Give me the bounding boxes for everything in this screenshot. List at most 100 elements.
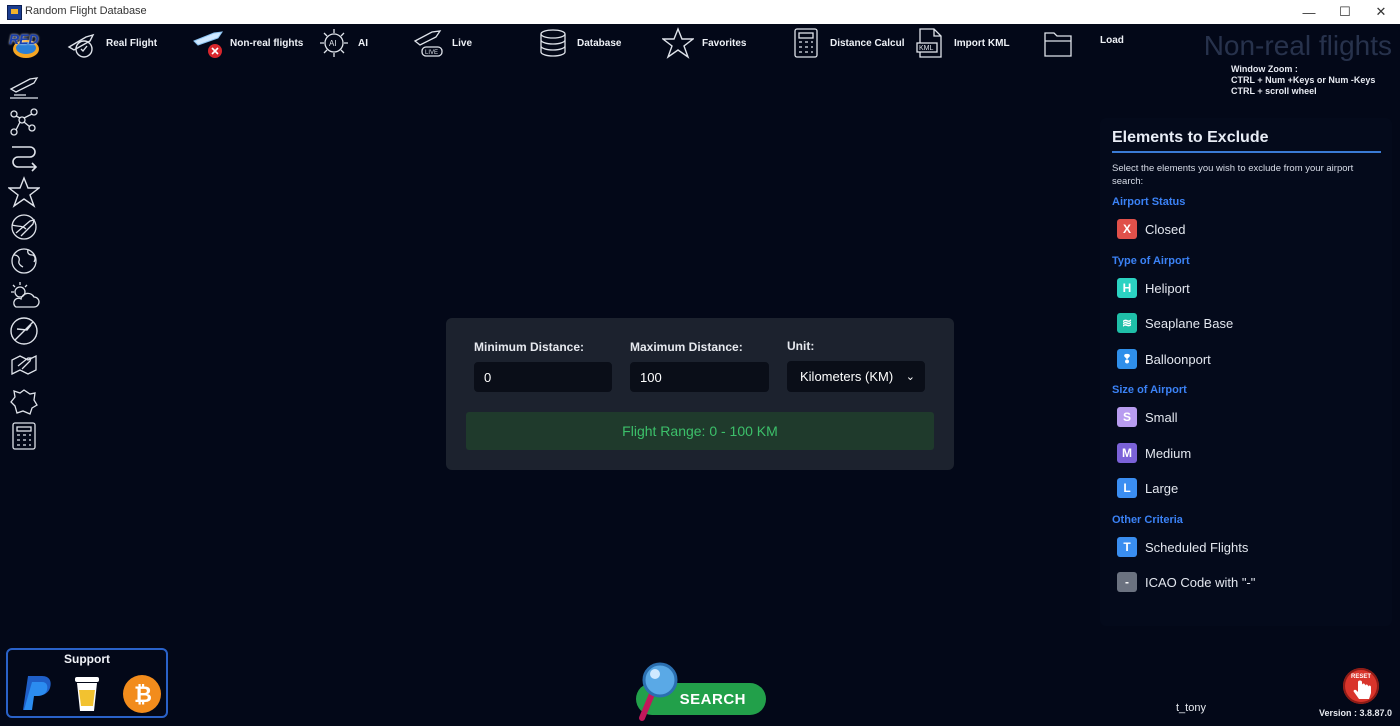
- flight-icon: [9, 77, 39, 99]
- version-label: Version : 3.8.87.0: [1318, 708, 1392, 718]
- distance-range-card: Minimum Distance: Maximum Distance: Unit…: [446, 318, 954, 470]
- sidebar-weather[interactable]: [8, 280, 40, 312]
- region-map-icon: [10, 389, 38, 415]
- option-closed[interactable]: X Closed: [1117, 218, 1185, 240]
- paypal-button[interactable]: [16, 672, 56, 714]
- plane-live-icon: LIVE: [413, 30, 443, 57]
- plane-takeoff-icon: [67, 33, 95, 58]
- no-fly-icon: [10, 317, 38, 345]
- map-plane-icon: [11, 354, 37, 376]
- option-icao-dash[interactable]: - ICAO Code with "-": [1117, 571, 1255, 593]
- bitcoin-button[interactable]: ₿: [122, 674, 162, 714]
- option-label: Closed: [1145, 221, 1186, 237]
- reset-button[interactable]: RESET: [1343, 668, 1379, 704]
- ai-chip-icon: AI: [320, 29, 348, 57]
- option-small[interactable]: S Small: [1117, 406, 1178, 428]
- icao-badge-icon: -: [1117, 572, 1137, 592]
- toolbar-non-real-flights[interactable]: Non-real flights: [192, 27, 303, 59]
- max-distance-input[interactable]: [630, 362, 769, 392]
- toolbar-label: Non-real flights: [230, 37, 304, 49]
- window-title: Random Flight Database: [25, 5, 147, 17]
- toolbar-favorites[interactable]: Favorites: [662, 27, 746, 59]
- sidebar-globe-plane[interactable]: [8, 211, 40, 243]
- folder-icon: [1044, 32, 1072, 57]
- logo-text: RED: [9, 31, 39, 47]
- sidebar-favorites[interactable]: [6, 176, 42, 208]
- sidebar-region-map[interactable]: [8, 385, 40, 417]
- sidebar-world[interactable]: [8, 245, 40, 277]
- toolbar-import-kml[interactable]: KML Import KML: [914, 27, 1010, 59]
- star-icon: [662, 27, 694, 59]
- large-badge-icon: L: [1117, 478, 1137, 498]
- path-icon: [12, 146, 38, 172]
- toolbar-ai[interactable]: AI AI: [318, 27, 368, 59]
- star-icon: [6, 176, 42, 208]
- option-label: Medium: [1145, 445, 1192, 461]
- unit-select-value: Kilometers (KM): [800, 369, 894, 384]
- toolbar-label: Favorites: [702, 37, 747, 49]
- option-balloonport[interactable]: ❢ Balloonport: [1117, 348, 1211, 370]
- medium-badge-icon: M: [1117, 443, 1137, 463]
- option-seaplane-base[interactable]: ≋ Seaplane Base: [1117, 312, 1233, 334]
- database-icon: [540, 29, 566, 57]
- world-icon: [11, 248, 37, 274]
- toolbar-label: Real Flight: [106, 37, 158, 49]
- min-distance-label: Minimum Distance:: [474, 340, 585, 354]
- window-title-bar: Random Flight Database — ☐ ✕: [0, 0, 1400, 24]
- toolbar-live[interactable]: LIVE Live: [412, 27, 472, 59]
- option-label: Heliport: [1145, 280, 1190, 296]
- flight-range-display: Flight Range: 0 - 100 KM: [466, 412, 934, 450]
- option-label: Large: [1145, 480, 1179, 496]
- weather-icon: [11, 282, 40, 308]
- sidebar-flight[interactable]: [8, 71, 40, 103]
- sidebar-path[interactable]: [8, 141, 40, 173]
- seaplane-badge-icon: ≋: [1117, 313, 1137, 333]
- toolbar-label: Distance Calcul: [830, 37, 905, 49]
- option-label: Scheduled Flights: [1145, 539, 1249, 555]
- calculator-icon: [794, 28, 818, 58]
- globe-plane-icon: [11, 214, 37, 240]
- balloon-badge-icon: ❢: [1117, 349, 1137, 369]
- svg-text:₿: ₿: [134, 682, 152, 707]
- option-label: Small: [1145, 409, 1178, 425]
- support-title: Support: [64, 652, 110, 666]
- option-scheduled-flights[interactable]: T Scheduled Flights: [1117, 536, 1248, 558]
- app-logo[interactable]: RED: [6, 29, 42, 61]
- exclude-panel: Elements to Exclude Select the elements …: [1100, 118, 1392, 626]
- toolbar-label: Import KML: [954, 37, 1010, 49]
- toolbar-real-flight[interactable]: Real Flight: [66, 27, 157, 59]
- support-box: Support ₿: [6, 648, 168, 718]
- min-distance-input[interactable]: [474, 362, 612, 392]
- section-size-of-airport: Size of Airport: [1112, 384, 1187, 396]
- option-heliport[interactable]: H Heliport: [1117, 277, 1190, 299]
- heliport-badge-icon: H: [1117, 278, 1137, 298]
- svg-text:LIVE: LIVE: [425, 50, 438, 56]
- bitcoin-icon: ₿: [123, 675, 161, 713]
- sidebar-route[interactable]: [8, 106, 40, 138]
- option-large[interactable]: L Large: [1117, 477, 1178, 499]
- exclude-description: Select the elements you wish to exclude …: [1112, 163, 1354, 187]
- close-window-button[interactable]: ✕: [1358, 0, 1400, 24]
- unit-label: Unit:: [787, 339, 815, 353]
- exclude-title: Elements to Exclude: [1112, 129, 1269, 146]
- toolbar-database[interactable]: Database: [537, 27, 621, 59]
- route-nodes-icon: [10, 108, 38, 136]
- zoom-help-keys: CTRL + Num +Keys or Num -Keys: [1231, 75, 1376, 85]
- sidebar-map-plane[interactable]: [8, 350, 40, 382]
- plane-cancel-icon: [193, 31, 224, 58]
- sidebar-calculator[interactable]: [8, 420, 40, 452]
- app-icon: [7, 5, 22, 20]
- toolbar-distance-calcul[interactable]: Distance Calcul: [790, 27, 904, 59]
- option-medium[interactable]: M Medium: [1117, 442, 1191, 464]
- toolbar-load[interactable]: Load: [1042, 27, 1124, 59]
- unit-select[interactable]: Kilometers (KM) ⌄: [787, 361, 925, 392]
- zoom-help-title: Window Zoom :: [1231, 64, 1298, 74]
- section-airport-status: Airport Status: [1112, 196, 1186, 208]
- coffee-button[interactable]: [72, 674, 102, 714]
- svg-text:AI: AI: [329, 39, 337, 48]
- toolbar-label: Database: [577, 37, 622, 49]
- sidebar-no-fly[interactable]: [8, 315, 40, 347]
- toolbar-label: Live: [452, 37, 473, 49]
- exclude-divider: [1112, 151, 1381, 153]
- zoom-help-wheel: CTRL + scroll wheel: [1231, 86, 1317, 96]
